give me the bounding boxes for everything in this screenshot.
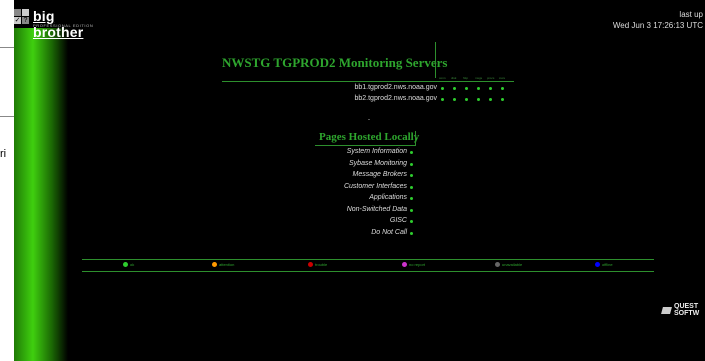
status-dot-icon[interactable] <box>410 208 413 212</box>
separator-mark <box>368 119 370 120</box>
page-title: NWSTG TGPROD2 Monitoring Servers <box>222 55 448 70</box>
page-link[interactable]: Applications <box>369 194 407 201</box>
status-dot-icon[interactable] <box>410 220 413 223</box>
legend-label: attention <box>219 262 235 267</box>
server-name-link[interactable]: bb1.tgprod2.nws.noaa.gov <box>354 84 437 91</box>
side-panel: ri <box>0 0 14 361</box>
logo-squares-icon: ✓ ? <box>14 9 30 25</box>
legend-status-icon <box>495 262 500 267</box>
status-dot-icon[interactable] <box>501 98 504 101</box>
legend-divider-bottom <box>82 271 654 272</box>
legend-status-icon <box>308 262 313 267</box>
column-header[interactable]: procs <box>487 76 494 80</box>
divider <box>0 116 14 117</box>
green-gradient-bar <box>14 28 68 361</box>
status-dot-icon[interactable] <box>441 87 444 90</box>
status-dot-icon[interactable] <box>477 87 480 90</box>
status-dot-icon[interactable] <box>410 174 413 177</box>
quest-line1: QUEST <box>674 303 699 310</box>
server-row: bb1.tgprod2.nws.noaa.gov <box>0 84 705 94</box>
quest-software-logo[interactable]: QUEST SOFTW <box>661 303 705 319</box>
legend-label: trouble <box>315 262 328 267</box>
legend-divider-top <box>82 259 654 260</box>
status-dot-icon[interactable] <box>489 98 492 101</box>
big-brother-logo[interactable]: ✓ ? big brother PROFESSIONAL EDITION <box>14 8 104 40</box>
status-dot-icon[interactable] <box>501 87 504 90</box>
last-update-label: last up <box>679 10 703 19</box>
page-link[interactable]: System Information <box>347 148 407 155</box>
server-row: bb2.tgprod2.nws.noaa.gov <box>0 95 705 105</box>
status-dot-icon[interactable] <box>410 231 413 235</box>
legend-label: offline <box>602 262 613 267</box>
legend-label: no report <box>409 262 426 267</box>
legend-label: unavailable <box>502 262 523 267</box>
page-link[interactable]: Do Not Call <box>371 229 407 236</box>
legend-status-icon <box>595 262 600 267</box>
status-dot-icon[interactable] <box>453 87 456 90</box>
page-link[interactable]: Message Brokers <box>353 171 407 178</box>
quest-mark-icon <box>661 307 672 314</box>
page-link[interactable]: Customer Interfaces <box>344 183 407 190</box>
update-info: last up Wed Jun 3 17:26:13 UTC <box>613 9 703 31</box>
legend-status-icon <box>123 262 128 267</box>
status-dot-icon[interactable] <box>441 98 444 101</box>
legend-status-icon <box>402 262 407 267</box>
title-divider-vertical <box>435 42 436 78</box>
status-dot-icon[interactable] <box>465 98 468 101</box>
pages-divider-vertical <box>415 131 416 145</box>
status-dot-icon[interactable] <box>410 151 413 154</box>
divider <box>0 47 14 48</box>
server-name-link[interactable]: bb2.tgprod2.nws.noaa.gov <box>354 95 437 102</box>
quest-logo-text: QUEST SOFTW <box>674 303 699 317</box>
page-link[interactable]: Non-Switched Data <box>347 206 407 213</box>
column-header[interactable]: disk <box>451 76 456 80</box>
status-dot-icon[interactable] <box>465 87 468 90</box>
column-header[interactable]: http <box>463 76 468 80</box>
legend-label: ok <box>130 262 135 267</box>
pages-section-title: Pages Hosted Locally <box>319 131 420 143</box>
pages-divider-horizontal <box>315 145 416 146</box>
logo-edition-text: PROFESSIONAL EDITION <box>33 23 94 28</box>
title-divider-horizontal <box>222 81 514 82</box>
page-link[interactable]: GISC <box>390 217 407 224</box>
update-timestamp: Wed Jun 3 17:26:13 UTC <box>612 21 703 30</box>
status-dot-icon[interactable] <box>410 162 413 166</box>
column-header[interactable]: msgs <box>475 76 482 80</box>
status-dot-icon[interactable] <box>453 98 456 101</box>
status-dot-icon[interactable] <box>477 98 480 101</box>
status-dot-icon[interactable] <box>489 87 492 90</box>
column-header[interactable]: conn <box>439 76 446 80</box>
page-link[interactable]: Sybase Monitoring <box>349 160 407 167</box>
side-fragment-text: ri <box>0 148 7 160</box>
status-dot-icon[interactable] <box>410 197 413 200</box>
status-dot-icon[interactable] <box>410 185 413 189</box>
column-header[interactable]: svcs <box>499 76 505 80</box>
legend-status-icon <box>212 262 217 267</box>
quest-line2: SOFTW <box>674 310 700 317</box>
